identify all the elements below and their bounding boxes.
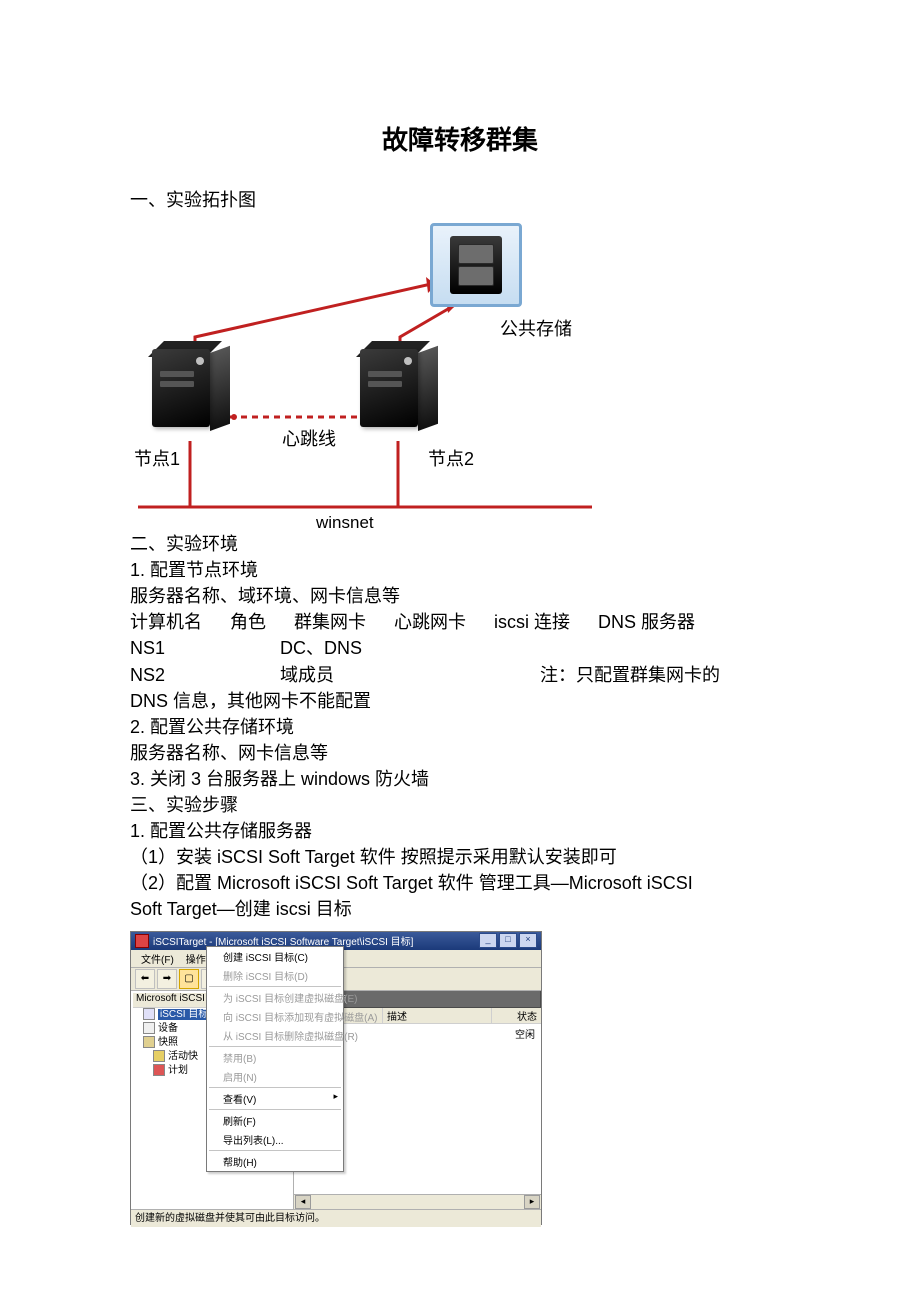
node1-server-icon xyxy=(152,349,230,441)
tree-item-devices-label: 设备 xyxy=(158,1023,178,1034)
s3-item1b: （2）配置 Microsoft iSCSI Soft Target 软件 管理工… xyxy=(130,870,790,896)
col-desc[interactable]: 描述 xyxy=(383,1008,492,1023)
ns2-note: 注：只配置群集网卡的 xyxy=(540,662,720,688)
scroll-left-icon[interactable]: ◂ xyxy=(295,1195,311,1209)
s2-item1: 1. 配置节点环境 xyxy=(130,557,790,583)
col-iscsi: iscsi 连接 xyxy=(494,609,570,635)
ns1-role: DC、DNS xyxy=(280,635,362,661)
menu-file[interactable]: 文件(F) xyxy=(135,951,180,966)
mmc-statusbar: 创建新的虚拟磁盘并使其可由此目标访问。 xyxy=(131,1209,541,1227)
horizontal-scrollbar[interactable]: ◂ ▸ xyxy=(294,1194,541,1209)
ctx-view[interactable]: 查看(V) xyxy=(207,1089,343,1108)
col-dns: DNS 服务器 xyxy=(598,609,695,635)
ctx-help[interactable]: 帮助(H) xyxy=(207,1152,343,1171)
scroll-right-icon[interactable]: ▸ xyxy=(524,1195,540,1209)
s2-item3: 3. 关闭 3 台服务器上 windows 防火墙 xyxy=(130,766,790,792)
doc-title: 故障转移群集 xyxy=(130,120,790,157)
ctx-export[interactable]: 导出列表(L)... xyxy=(207,1130,343,1149)
app-icon xyxy=(135,934,149,948)
s2-item1-desc: 服务器名称、域环境、网卡信息等 xyxy=(130,583,790,609)
col-computer-name: 计算机名 xyxy=(130,609,202,635)
node2-label: 节点2 xyxy=(428,445,474,471)
ctx-remove-vd: 从 iSCSI 目标删除虚拟磁盘(R) xyxy=(207,1026,343,1045)
context-menu: 创建 iSCSI 目标(C) 删除 iSCSI 目标(D) 为 iSCSI 目标… xyxy=(206,946,344,1172)
section3-heading: 三、实验步骤 xyxy=(130,792,790,818)
toolbar-forward-icon[interactable]: ➡ xyxy=(157,969,177,989)
ctx-delete-target: 删除 iSCSI 目标(D) xyxy=(207,966,343,985)
minimize-button[interactable]: _ xyxy=(479,933,497,948)
col-role: 角色 xyxy=(230,609,266,635)
topology-diagram: 公共存储 节点1 节点2 心跳线 winsnet xyxy=(130,217,600,527)
network-label: winsnet xyxy=(316,513,374,533)
col-cluster-nic: 群集网卡 xyxy=(294,609,366,635)
ns2-note-cont: DNS 信息，其他网卡不能配置 xyxy=(130,688,790,714)
close-button[interactable]: × xyxy=(519,933,537,948)
toolbar-folder-icon[interactable]: ▢ xyxy=(179,969,199,989)
node-table-header: 计算机名 角色 群集网卡 心跳网卡 iscsi 连接 DNS 服务器 xyxy=(130,609,790,635)
ctx-create-vd: 为 iSCSI 目标创建虚拟磁盘(E) xyxy=(207,988,343,1007)
s2-item2-desc: 服务器名称、网卡信息等 xyxy=(130,740,790,766)
s3-item1: 1. 配置公共存储服务器 xyxy=(130,818,790,844)
node-row-ns1: NS1 DC、DNS xyxy=(130,635,790,661)
node2-server-icon xyxy=(360,349,438,441)
ctx-add-vd: 向 iSCSI 目标添加现有虚拟磁盘(A) xyxy=(207,1007,343,1026)
ctx-disable: 禁用(B) xyxy=(207,1048,343,1067)
storage-device-icon xyxy=(430,223,522,307)
col-status[interactable]: 状态 xyxy=(492,1008,541,1023)
ns2-role: 域成员 xyxy=(280,662,540,688)
tree-item-plan-label: 计划 xyxy=(168,1065,188,1076)
tree-item-targets-label: iSCSI 目标 xyxy=(158,1009,210,1020)
node-row-ns2: NS2 域成员 注：只配置群集网卡的 xyxy=(130,662,790,688)
s2-item2: 2. 配置公共存储环境 xyxy=(130,714,790,740)
ctx-enable: 启用(N) xyxy=(207,1067,343,1086)
storage-label: 公共存储 xyxy=(500,315,572,341)
ctx-create-target[interactable]: 创建 iSCSI 目标(C) xyxy=(207,947,343,966)
heartbeat-label: 心跳线 xyxy=(282,425,336,451)
s3-item1b-cont: Soft Target—创建 iscsi 目标 xyxy=(130,896,790,922)
col-heartbeat-nic: 心跳网卡 xyxy=(394,609,466,635)
section2-heading: 二、实验环境 xyxy=(130,531,790,557)
list-status-value: 空闲 xyxy=(515,1026,535,1041)
ns1-name: NS1 xyxy=(130,635,220,661)
toolbar-back-icon[interactable]: ⬅ xyxy=(135,969,155,989)
mmc-window: iSCSITarget - [Microsoft iSCSI Software … xyxy=(130,931,542,1225)
section1-heading: 一、实验拓扑图 xyxy=(130,187,790,213)
ctx-refresh[interactable]: 刷新(F) xyxy=(207,1111,343,1130)
maximize-button[interactable]: □ xyxy=(499,933,517,948)
s3-item1a: （1）安装 iSCSI Soft Target 软件 按照提示采用默认安装即可 xyxy=(130,844,790,870)
tree-item-active-label: 活动快 xyxy=(168,1051,198,1062)
node1-label: 节点1 xyxy=(134,445,180,471)
tree-item-snapshots-label: 快照 xyxy=(158,1037,178,1048)
ns2-name: NS2 xyxy=(130,662,280,688)
